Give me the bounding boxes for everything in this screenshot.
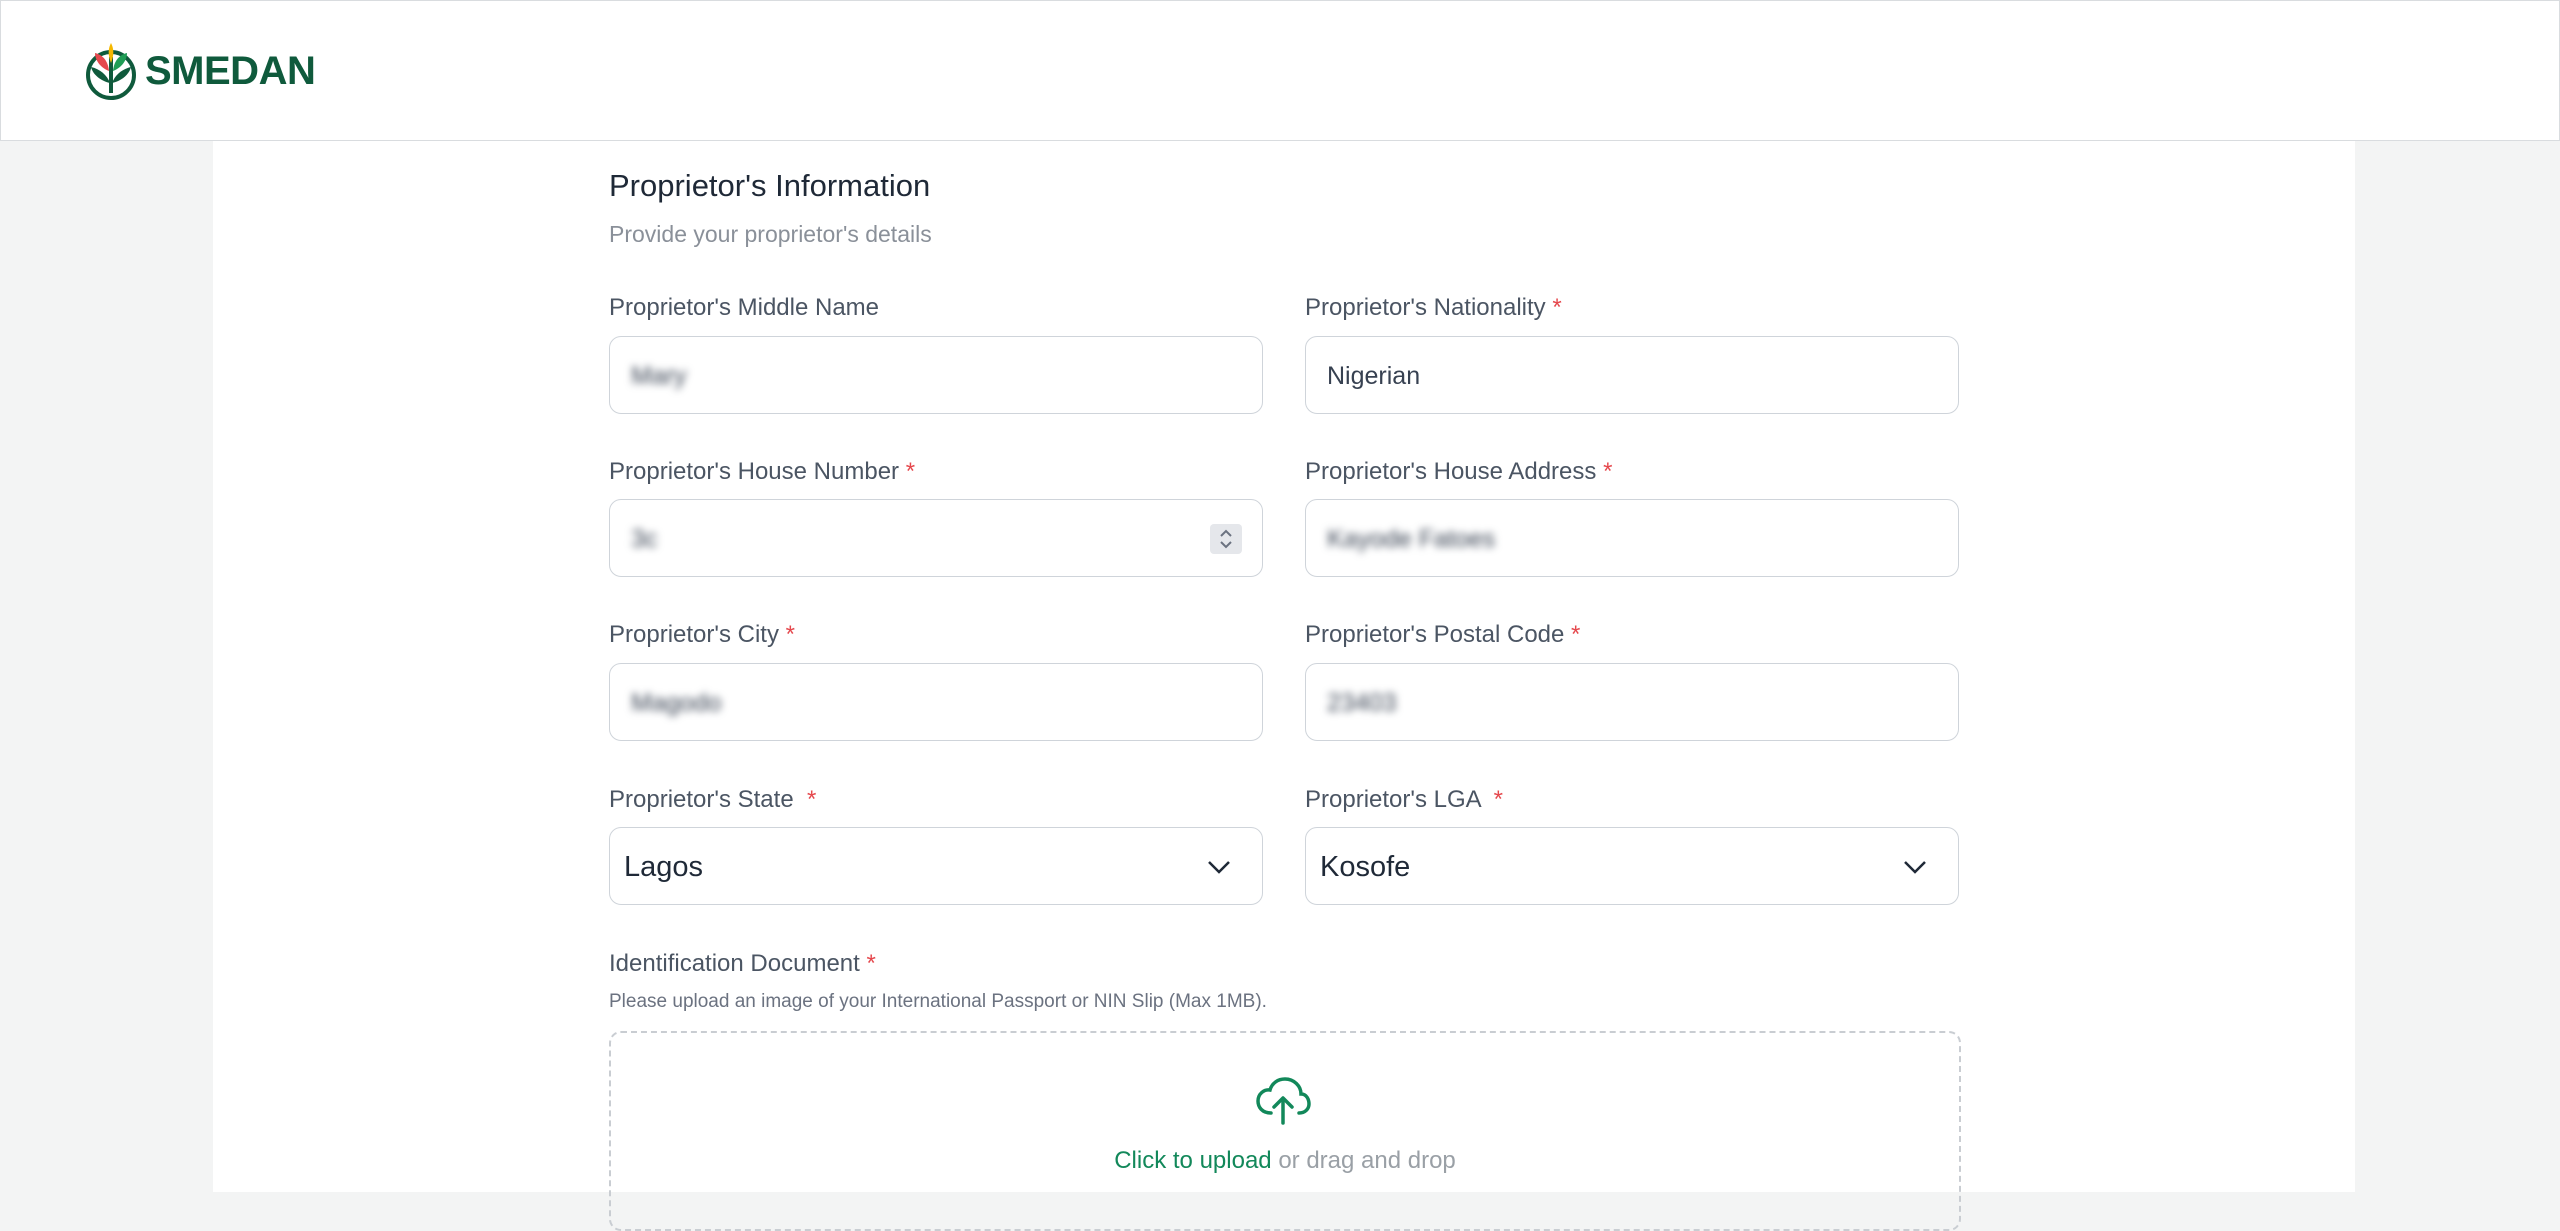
stepper-arrows-icon	[1220, 529, 1232, 549]
middle-name-input[interactable]: Mary	[609, 336, 1263, 414]
middle-name-label: Proprietor's Middle Name	[609, 294, 880, 321]
lga-label: Proprietor's LGA *	[1305, 786, 1504, 813]
required-marker: *	[807, 786, 817, 813]
section-title: Proprietor's Information	[609, 168, 931, 203]
required-marker: *	[1493, 786, 1504, 813]
required-marker: *	[1571, 621, 1581, 648]
identification-help: Please upload an image of your Internati…	[609, 991, 1267, 1012]
middle-name-value: Mary	[631, 362, 687, 390]
smedan-logo[interactable]: SMEDAN	[81, 41, 316, 101]
required-marker: *	[866, 950, 876, 977]
lga-value: Kosofe	[1320, 851, 1411, 883]
upload-dropzone[interactable]: Click to upload or drag and drop	[609, 1031, 1961, 1231]
state-label: Proprietor's State *	[609, 786, 817, 813]
number-stepper[interactable]	[1210, 524, 1242, 554]
state-select[interactable]: Lagos	[609, 827, 1263, 905]
state-value: Lagos	[624, 851, 704, 883]
upload-instructions: Click to upload or drag and drop	[611, 1147, 1959, 1175]
required-marker: *	[1603, 458, 1613, 485]
city-input[interactable]: Magodo	[609, 663, 1263, 741]
brand-name: SMEDAN	[145, 48, 316, 93]
postal-code-input[interactable]: 23403	[1305, 663, 1959, 741]
city-value: Magodo	[631, 689, 722, 717]
postal-code-label: Proprietor's Postal Code *	[1305, 621, 1581, 648]
lga-select[interactable]: Kosofe	[1305, 827, 1959, 905]
required-marker: *	[785, 621, 795, 648]
identification-label: Identification Document *	[609, 950, 876, 977]
required-marker: *	[905, 458, 916, 485]
cloud-upload-icon	[1256, 1077, 1311, 1125]
house-number-input[interactable]: 3c	[609, 499, 1263, 577]
city-label: Proprietor's City *	[609, 621, 795, 648]
house-address-value: Kayode Fatoes	[1327, 525, 1496, 553]
smedan-leaf-icon	[86, 43, 136, 100]
section-subtitle: Provide your proprietor's details	[609, 221, 932, 247]
nationality-input[interactable]: Nigerian	[1305, 336, 1959, 414]
chevron-down-icon	[1904, 861, 1926, 874]
house-number-label: Proprietor's House Number *	[609, 458, 916, 485]
house-number-value: 3c	[631, 525, 658, 553]
top-navigation-bar: SMEDAN	[0, 0, 2560, 141]
house-address-input[interactable]: Kayode Fatoes	[1305, 499, 1959, 577]
required-marker: *	[1552, 294, 1562, 321]
click-to-upload-link[interactable]: Click to upload	[1114, 1147, 1271, 1174]
house-address-label: Proprietor's House Address *	[1305, 458, 1613, 485]
drag-drop-text: or drag and drop	[1278, 1147, 1456, 1174]
nationality-value: Nigerian	[1327, 362, 1421, 390]
chevron-down-icon	[1208, 861, 1230, 874]
postal-code-value: 23403	[1327, 689, 1397, 717]
nationality-label: Proprietor's Nationality *	[1305, 294, 1562, 321]
